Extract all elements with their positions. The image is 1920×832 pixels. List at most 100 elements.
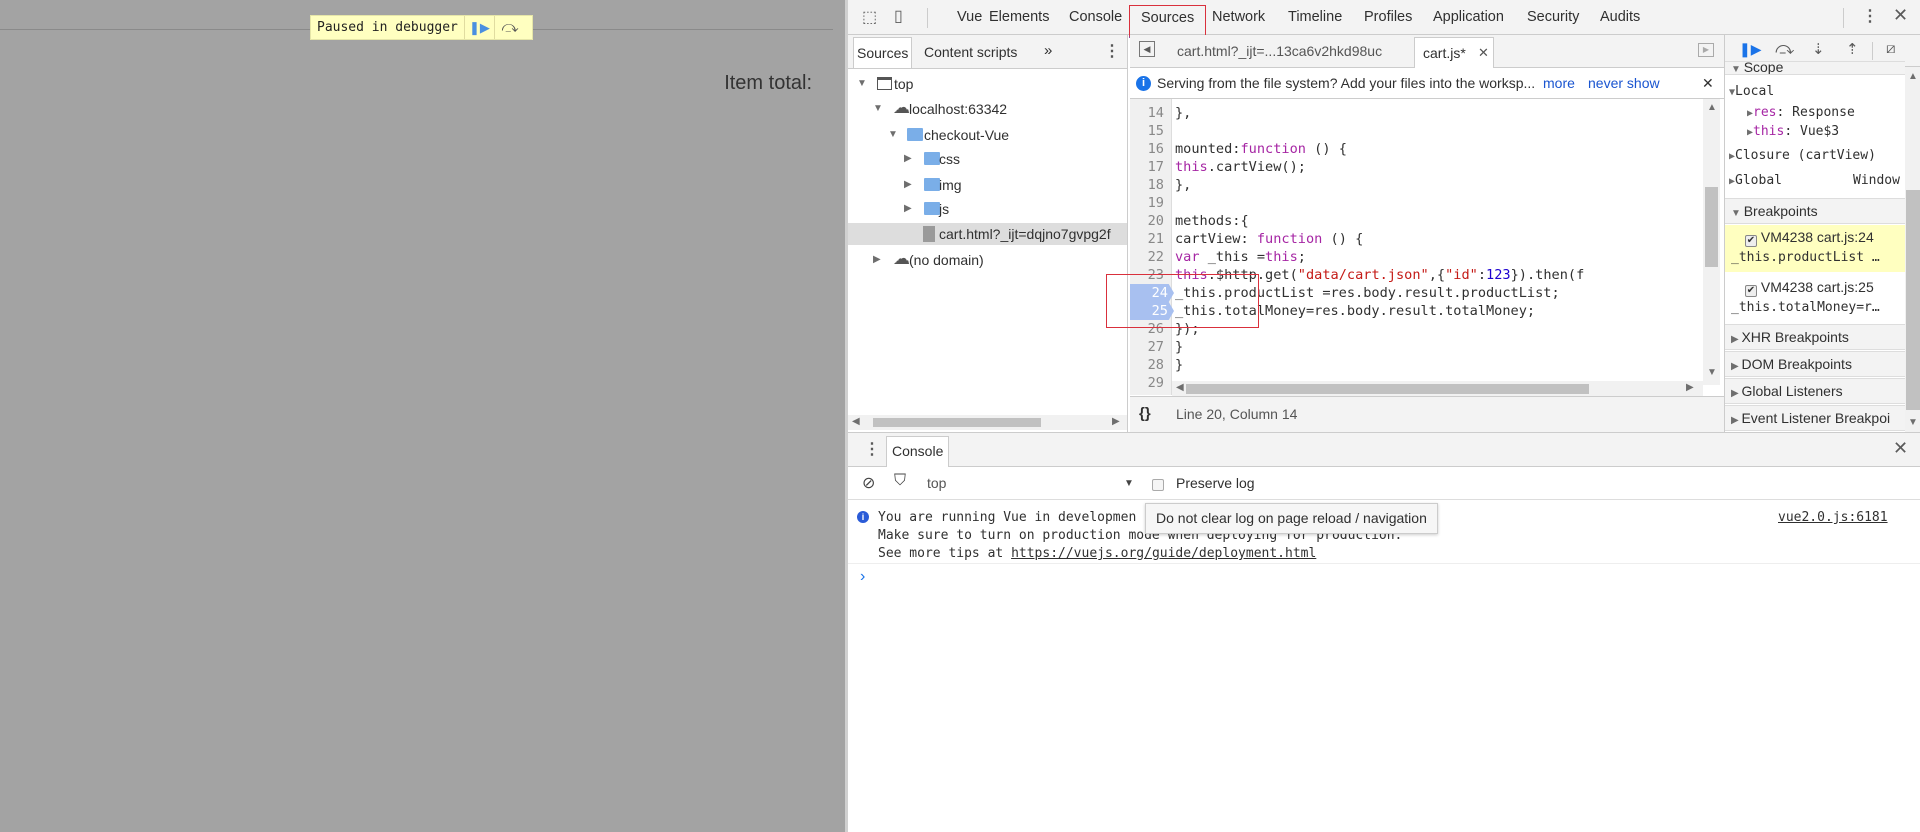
code-line[interactable]: 15 [1130,122,1704,140]
infobar-never-show-link[interactable]: never show [1588,68,1660,99]
step-over-icon[interactable]: ⤼ [1775,38,1794,59]
collapsed-arrow-icon[interactable]: ▶ [904,203,912,214]
close-drawer-icon[interactable]: ✕ [1893,438,1908,459]
code-line[interactable]: 19 [1130,194,1704,212]
toggle-debugger-icon[interactable]: ▶ [1698,43,1714,57]
scope-local[interactable]: ▼Local [1729,84,1774,99]
tree-item[interactable]: ▶ css [848,148,1127,170]
toggle-navigator-icon[interactable]: ◀ [1139,41,1155,57]
scope-var-this[interactable]: ▶this: Vue$3 [1747,124,1839,139]
tab-network[interactable]: Network [1212,0,1265,35]
editor-tab-cart-js[interactable]: cart.js* ✕ [1414,37,1494,68]
line-number[interactable]: 21 [1130,230,1170,248]
line-number[interactable]: 22 [1130,248,1170,266]
expanded-arrow-icon[interactable]: ▼ [873,103,883,114]
tab-security[interactable]: Security [1527,0,1579,35]
tab-sources[interactable]: Sources [1129,5,1207,38]
tab-audits[interactable]: Audits [1600,0,1640,35]
line-number[interactable]: 28 [1130,356,1170,374]
tree-item[interactable]: cart.html?_ijt=dqjno7gvpg2f [848,223,1127,245]
code-line[interactable]: 20 methods:{ [1130,212,1704,230]
code-hscrollbar[interactable]: ◀ ▶ [1172,381,1703,396]
sidebar-vscrollbar[interactable]: ▲ ▼ [1905,67,1920,432]
tab-console[interactable]: Console [1069,0,1122,35]
deployment-link[interactable]: https://vuejs.org/guide/deployment.html [1011,546,1316,561]
dom-breakpoints-header[interactable]: ▶ DOM Breakpoints [1725,351,1905,377]
line-number[interactable]: 27 [1130,338,1170,356]
scope-closure[interactable]: ▶Closure (cartView) [1729,148,1876,163]
chevron-down-icon[interactable]: ▼ [1124,478,1134,489]
more-options-icon[interactable]: ⋮ [1862,6,1878,26]
tree-item[interactable]: ▶ img [848,174,1127,196]
code-line[interactable]: 27 } [1130,338,1704,356]
navigator-menu-icon[interactable]: ⋮ [1104,37,1120,67]
filter-icon[interactable]: ⛉ [894,472,906,490]
preserve-log-label[interactable]: Preserve log [1176,467,1255,500]
device-toolbar-icon[interactable]: ▯ [894,6,903,26]
preserve-log-checkbox[interactable] [1152,477,1164,493]
code-line[interactable]: 21 cartView: function () { [1130,230,1704,248]
code-line[interactable]: 18 }, [1130,176,1704,194]
tab-profiles[interactable]: Profiles [1364,0,1412,35]
breakpoint-checkbox[interactable]: ✔ [1745,235,1757,247]
line-number[interactable]: 17 [1130,158,1170,176]
collapsed-arrow-icon[interactable]: ▶ [904,179,912,190]
line-number[interactable]: 20 [1130,212,1170,230]
console-prompt[interactable]: › [860,568,865,586]
expanded-arrow-icon[interactable]: ▼ [857,78,867,89]
infobar-more-link[interactable]: more [1543,68,1575,99]
xhr-breakpoints-header[interactable]: ▶ XHR Breakpoints [1725,324,1905,350]
deactivate-breakpoints-icon[interactable]: ⧄ [1886,40,1896,57]
code-line[interactable]: 17 this.cartView(); [1130,158,1704,176]
tab-elements[interactable]: Elements [989,0,1049,35]
line-number[interactable]: 19 [1130,194,1170,212]
tab-vue[interactable]: Vue [957,0,982,35]
breakpoint-item[interactable]: ✔ VM4238 cart.js:24 _this.productList … [1725,225,1905,272]
code-line[interactable]: 14 }, [1130,104,1704,122]
scope-var-res[interactable]: ▶res: Response [1747,105,1855,120]
breakpoint-checkbox[interactable]: ✔ [1745,285,1757,297]
step-into-icon[interactable]: ⇣ [1812,40,1825,58]
line-number[interactable]: 18 [1130,176,1170,194]
global-listeners-header[interactable]: ▶ Global Listeners [1725,378,1905,404]
event-listener-breakpoints-header[interactable]: ▶ Event Listener Breakpoi [1725,405,1905,431]
pretty-print-button[interactable]: {} [1139,397,1151,431]
close-devtools-icon[interactable]: ✕ [1893,5,1908,26]
code-line[interactable]: 16 mounted:function () { [1130,140,1704,158]
expanded-arrow-icon[interactable]: ▼ [888,129,898,140]
scope-global[interactable]: ▶Global [1729,173,1782,188]
collapsed-arrow-icon[interactable]: ▶ [904,153,912,164]
context-select[interactable]: top [927,467,946,500]
line-number[interactable]: 15 [1130,122,1170,140]
tab-application[interactable]: Application [1433,0,1504,35]
clear-console-icon[interactable]: ⊘ [862,473,875,493]
breakpoint-item[interactable]: ✔ VM4238 cart.js:25 _this.totalMoney=r… [1725,275,1905,322]
tab-console-drawer[interactable]: Console [886,436,950,467]
source-link[interactable]: vue2.0.js:6181 [1778,510,1888,525]
tab-timeline[interactable]: Timeline [1288,0,1342,35]
tree-item[interactable]: ▼ checkout-Vue [848,124,1127,146]
resume-icon[interactable]: ❚▶ [1739,41,1762,58]
code-area[interactable]: 14 }, 15 16 mounted:function () {17 this.c… [1130,104,1704,394]
code-line[interactable]: 28 } [1130,356,1704,374]
drawer-menu-icon[interactable]: ⋮ [864,439,880,459]
code-line[interactable]: 22 var _this =this; [1130,248,1704,266]
code-vscrollbar[interactable]: ▲ ▼ [1703,99,1720,385]
navigator-hscrollbar[interactable]: ◀ ▶ [848,415,1127,430]
step-out-icon[interactable]: ⇡ [1846,40,1859,58]
scope-header[interactable]: ▼ Scope [1725,61,1905,75]
step-over-icon[interactable]: ⤼ [495,16,525,39]
editor-tab-cart-html[interactable]: cart.html?_ijt=...13ca6v2hkd98uc [1177,35,1382,68]
infobar-close-icon[interactable]: ✕ [1702,68,1714,99]
more-tabs-button[interactable]: » [1044,37,1052,65]
line-number[interactable]: 14 [1130,104,1170,122]
tree-item[interactable]: ▼ ☁ localhost:63342 [848,98,1127,120]
line-number[interactable]: 16 [1130,140,1170,158]
tab-sources[interactable]: Sources [853,37,913,68]
tab-content-scripts[interactable]: Content scripts [924,37,1017,68]
collapsed-arrow-icon[interactable]: ▶ [873,254,881,265]
tree-item[interactable]: ▼ top [848,73,1127,95]
breakpoints-header[interactable]: ▼ Breakpoints [1725,198,1905,224]
close-tab-icon[interactable]: ✕ [1478,38,1489,68]
line-number[interactable]: 29 [1130,374,1170,392]
